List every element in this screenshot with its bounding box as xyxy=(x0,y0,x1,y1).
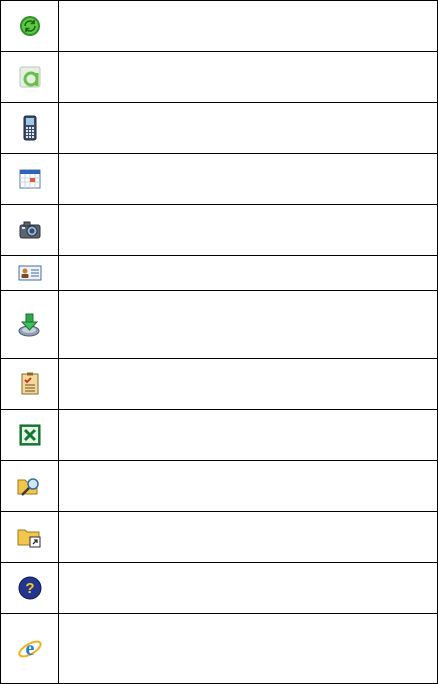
app-a-icon xyxy=(19,66,41,88)
phone-icon xyxy=(19,115,41,141)
icon-cell xyxy=(1,359,58,409)
help-icon: ? xyxy=(18,576,42,600)
internet-explorer-icon: e xyxy=(17,636,43,662)
icon-cell xyxy=(1,291,58,358)
table-row xyxy=(1,204,437,255)
sync-icon xyxy=(19,15,41,37)
table-row xyxy=(1,409,437,460)
icon-cell xyxy=(1,461,58,511)
svg-text:e: e xyxy=(25,638,34,660)
table-row xyxy=(1,0,437,51)
table-row xyxy=(1,153,437,204)
row-description xyxy=(58,291,437,358)
table-row xyxy=(1,51,437,102)
icon-cell xyxy=(1,1,58,51)
install-download-icon xyxy=(17,312,43,338)
row-description xyxy=(58,359,437,409)
excel-icon xyxy=(19,424,41,446)
table-row xyxy=(1,511,437,562)
icon-cell xyxy=(1,205,58,255)
row-description xyxy=(58,205,437,255)
icon-cell xyxy=(1,256,58,290)
icon-cell: ? xyxy=(1,563,58,613)
row-description xyxy=(58,614,437,683)
icon-cell xyxy=(1,103,58,153)
row-description xyxy=(58,1,437,51)
row-description xyxy=(58,410,437,460)
contact-card-icon xyxy=(18,265,42,281)
table-row xyxy=(1,102,437,153)
icon-table: ? e xyxy=(0,0,438,684)
icon-cell xyxy=(1,52,58,102)
icon-cell xyxy=(1,512,58,562)
table-row: ? xyxy=(1,562,437,613)
task-checklist-icon xyxy=(20,372,40,396)
svg-text:?: ? xyxy=(25,580,34,597)
folder-shortcut-icon xyxy=(17,525,43,549)
table-row xyxy=(1,255,437,290)
table-row xyxy=(1,290,437,358)
table-row xyxy=(1,460,437,511)
camera-icon xyxy=(18,220,42,240)
icon-cell xyxy=(1,154,58,204)
row-description xyxy=(58,256,437,290)
calendar-window-icon xyxy=(19,169,41,189)
row-description xyxy=(58,52,437,102)
folder-search-icon xyxy=(17,474,43,498)
row-description xyxy=(58,461,437,511)
table-row xyxy=(1,358,437,409)
row-description xyxy=(58,103,437,153)
icon-cell: e xyxy=(1,614,58,683)
row-description xyxy=(58,563,437,613)
row-description xyxy=(58,154,437,204)
row-description xyxy=(58,512,437,562)
icon-cell xyxy=(1,410,58,460)
table-row: e xyxy=(1,613,437,684)
